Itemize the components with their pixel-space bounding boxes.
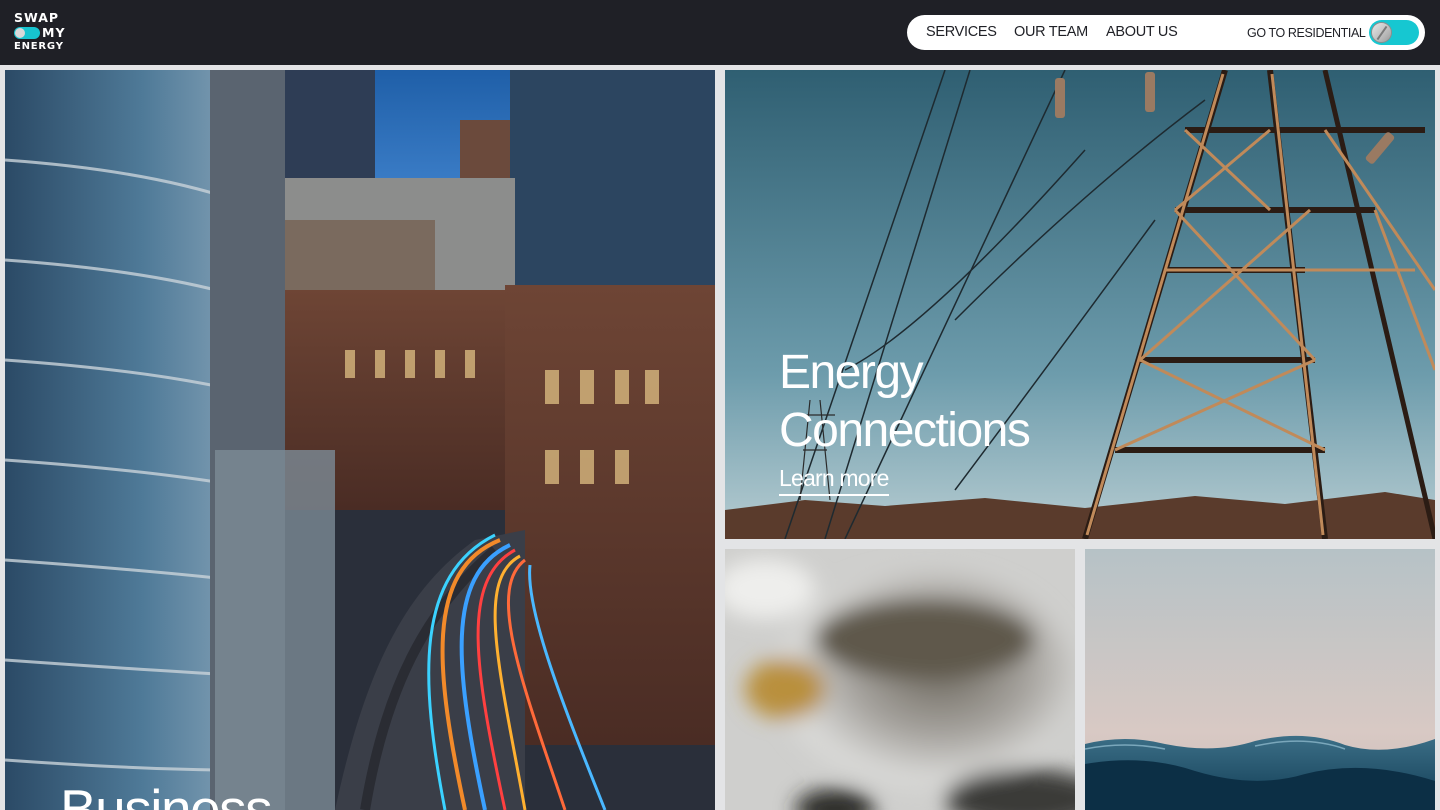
energy-title-line2: Connections bbox=[779, 404, 1031, 457]
swap-my-energy-logo[interactable]: SWAP MY ENERGY bbox=[14, 11, 66, 53]
logo-text-swap: SWAP bbox=[14, 10, 60, 25]
learn-more-link[interactable]: Learn more bbox=[779, 465, 889, 496]
site-header: SWAP MY ENERGY SERVICES OUR TEAM ABOUT U… bbox=[0, 0, 1440, 65]
go-to-residential-label: GO TO RESIDENTIAL bbox=[1247, 26, 1366, 40]
nav-about-us-link[interactable]: ABOUT US bbox=[1106, 24, 1178, 40]
logo-row-my: MY bbox=[14, 26, 66, 39]
ocean-tile[interactable] bbox=[1085, 549, 1435, 810]
energy-title-line1: Energy bbox=[779, 346, 924, 399]
toggle-logo-icon bbox=[14, 26, 40, 39]
nav-services-link[interactable]: SERVICES bbox=[926, 24, 997, 40]
business-tile[interactable]: Business bbox=[5, 70, 715, 810]
ocean-wave-image bbox=[1085, 549, 1435, 810]
toggle-knob-icon bbox=[1371, 22, 1392, 43]
energy-connections-tile[interactable]: Energy Connections Learn more bbox=[725, 70, 1435, 539]
nav-our-team-link[interactable]: OUR TEAM bbox=[1014, 24, 1088, 40]
logo-text-my: MY bbox=[42, 25, 66, 40]
energy-connections-title: Energy Connections bbox=[779, 344, 1179, 460]
main-nav: SERVICES OUR TEAM ABOUT US GO TO RESIDEN… bbox=[907, 15, 1425, 50]
kitchen-tile[interactable] bbox=[725, 549, 1075, 810]
blurred-kitchen-image bbox=[725, 549, 1075, 810]
city-train-image bbox=[5, 70, 715, 810]
residential-toggle[interactable] bbox=[1369, 20, 1419, 45]
logo-text-energy: ENERGY bbox=[14, 41, 64, 52]
business-title: Business bbox=[60, 778, 273, 810]
